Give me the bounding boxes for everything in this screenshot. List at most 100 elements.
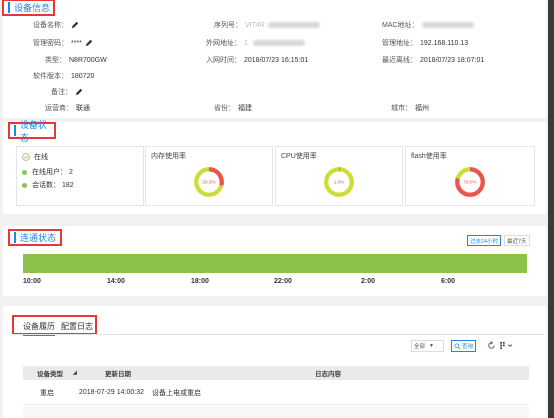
sessions-line: 会话数： 182	[22, 180, 74, 190]
wan-redacted	[252, 40, 305, 46]
online-time-label: 入网时间：	[206, 57, 241, 64]
province-label: 省份：	[214, 105, 235, 112]
donut-percent-label: 29.0%	[202, 180, 215, 185]
mac-label: MAC地址：	[382, 22, 419, 29]
isp-row: 运营商： 联通	[45, 103, 90, 113]
time-tick: 6:00	[441, 278, 456, 285]
device-status-title: 设备状态	[8, 120, 56, 143]
sort-icon: ◢	[73, 370, 77, 376]
wan-row: 外网地址： 1.	[206, 38, 305, 48]
check-circle-icon	[22, 153, 30, 161]
password-label: 管理密码：	[33, 40, 68, 47]
city-row: 城市： 福州	[391, 103, 429, 113]
row-content: 设备上电或重启	[152, 389, 201, 397]
cpu-usage-card: CPU使用率 1.0%	[275, 146, 403, 206]
online-users-dot	[22, 169, 27, 175]
mgmt-addr-label: 管理地址：	[382, 40, 417, 47]
tab-config-log[interactable]: 配置日志	[61, 321, 93, 332]
city-label: 城市：	[391, 105, 412, 112]
cpu-usage-donut: 1.0%	[324, 167, 354, 197]
query-button[interactable]: 查询	[451, 340, 477, 352]
memory-usage-donut: 29.0%	[194, 167, 224, 197]
serial-redacted	[267, 22, 320, 28]
flash-usage-donut: 79.0%	[455, 167, 485, 197]
row-date: 2018-07-29 14:00:32	[79, 389, 144, 396]
past-24h-button[interactable]: 过去24小时	[467, 235, 502, 246]
device-info-title: 设备信息	[2, 0, 55, 16]
flash-usage-title: flash使用率	[411, 153, 447, 160]
flash-usage-card: flash使用率 79.0%	[405, 146, 535, 206]
mac-redacted	[421, 22, 474, 28]
last-offline-value: 2018/07/23 18:07:01	[420, 56, 485, 64]
memory-usage-card: 内存使用率 29.0%	[145, 146, 273, 206]
type-value: N8R700GW	[69, 56, 107, 64]
last-7d-button[interactable]: 最近7天	[504, 235, 530, 246]
wan-label: 外网地址：	[206, 40, 241, 47]
serial-label: 序列号：	[214, 22, 242, 29]
serial-value: VIT4R	[245, 21, 265, 29]
time-tick: 22:00	[274, 278, 292, 285]
time-tick: 18:00	[191, 278, 209, 285]
sessions-dot	[22, 182, 27, 188]
filter-select[interactable]: 全部 ▼	[411, 340, 444, 352]
type-row: 类型： N8R700GW	[45, 55, 107, 65]
history-table-header: 设备类型 ◢ 更新日期 日志内容	[23, 366, 529, 380]
isp-value: 联通	[76, 105, 90, 112]
password-row: 管理密码： ****	[33, 38, 93, 48]
time-tick: 10:00	[23, 278, 41, 285]
isp-label: 运营商：	[45, 105, 73, 112]
device-name-row: 设备名称：	[33, 20, 79, 30]
online-users-label: 在线用户：	[32, 169, 67, 176]
serial-row: 序列号： VIT4R	[214, 20, 320, 30]
edit-password-icon[interactable]	[85, 39, 93, 47]
online-users-value: 2	[69, 168, 73, 176]
table-row-next-partial	[23, 406, 529, 418]
online-indicator: 在线	[22, 152, 48, 162]
remark-label: 备注：	[51, 89, 72, 96]
province-value: 福建	[238, 105, 252, 112]
last-offline-row: 最近离线： 2018/07/23 18:07:01	[382, 55, 484, 65]
online-time-value: 2018/07/23 16:15:01	[244, 56, 309, 64]
online-status-card: 在线 在线用户： 2 会话数： 182	[16, 146, 144, 206]
edit-remark-icon[interactable]	[75, 88, 83, 96]
search-icon	[454, 342, 461, 350]
memory-usage-title: 内存使用率	[151, 153, 186, 160]
column-header-date[interactable]: 更新日期	[105, 366, 131, 380]
last-offline-label: 最近离线：	[382, 57, 417, 64]
online-users-line: 在线用户： 2	[22, 167, 73, 177]
type-label: 类型：	[45, 57, 66, 64]
columns-menu-icon[interactable]	[500, 341, 513, 350]
device-name-label: 设备名称：	[33, 22, 68, 29]
donut-percent-label: 1.0%	[334, 180, 345, 185]
city-value: 福州	[415, 105, 429, 112]
connectivity-title: 连通状态	[8, 229, 62, 246]
province-row: 省份： 福建	[214, 103, 252, 113]
software-value: 180720	[71, 72, 95, 80]
mac-row: MAC地址：	[382, 20, 474, 30]
mgmt-addr-row: 管理地址： 192.168.110.13	[382, 38, 468, 48]
tabs-divider	[12, 334, 544, 335]
wan-value: 1.	[244, 39, 250, 47]
sessions-value: 182	[62, 181, 74, 189]
window-edge	[548, 0, 554, 418]
online-time-row: 入网时间： 2018/07/23 16:15:01	[206, 55, 308, 65]
column-header-type[interactable]: 设备类型 ◢	[37, 366, 77, 380]
software-label: 软件版本：	[33, 73, 68, 80]
remark-row: 备注：	[51, 87, 83, 97]
software-row: 软件版本： 180720	[33, 71, 94, 81]
table-row[interactable]: 重启 2018-07-29 14:00:32 设备上电或重启	[23, 381, 529, 405]
time-tick: 14:00	[107, 278, 125, 285]
cpu-usage-title: CPU使用率	[281, 153, 317, 160]
mgmt-addr-value: 192.168.110.13	[420, 39, 469, 47]
time-tick: 2:00	[361, 278, 376, 285]
column-header-content[interactable]: 日志内容	[315, 366, 341, 380]
edit-device-name-icon[interactable]	[71, 21, 79, 29]
sessions-label: 会话数：	[32, 182, 60, 189]
dropdown-caret-icon: ▼	[429, 343, 434, 349]
row-type: 重启	[40, 389, 54, 397]
connectivity-timeline-bar	[23, 254, 527, 273]
donut-percent-label: 79.0%	[463, 180, 476, 185]
password-value: ****	[71, 39, 82, 47]
refresh-icon[interactable]	[487, 341, 496, 350]
online-text: 在线	[34, 154, 48, 161]
